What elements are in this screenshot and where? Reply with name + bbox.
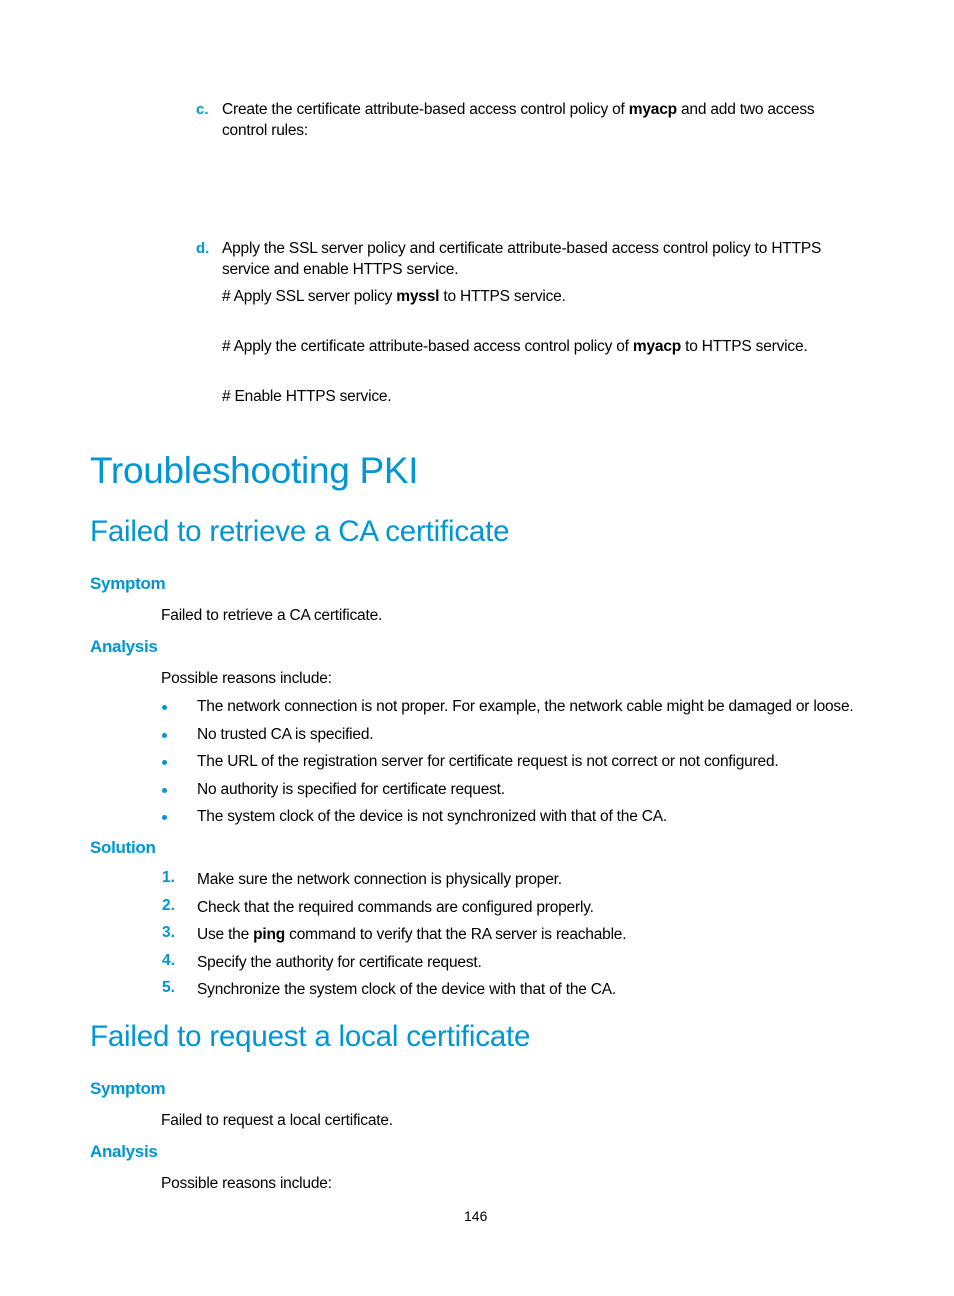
policy-name-myacp: myacp <box>632 338 682 355</box>
section-title-request-local: Failed to request a local certificate <box>90 1020 531 1053</box>
comment-text: to HTTPS service. <box>681 338 808 355</box>
solution-text-part: Synchronize the system clock of the devi… <box>197 981 617 998</box>
solution-text-part: Specify the authority for certificate re… <box>197 954 482 971</box>
solution-text: Use the ping command to verify that the … <box>197 924 627 945</box>
step-c-text-line2: control rules: <box>222 122 308 139</box>
solution-text-part: Check that the required commands are con… <box>197 899 594 916</box>
step-c-text-part: and add two access <box>676 101 815 118</box>
analysis-intro: Possible reasons include: <box>161 670 332 687</box>
step-number: 1. <box>162 869 175 886</box>
step-d-text-line2: service and enable HTTPS service. <box>222 261 459 278</box>
comment-enable-https: # Enable HTTPS service. <box>222 386 392 407</box>
list-item-text: No authority is specified for certificat… <box>197 781 505 798</box>
solution-text: Check that the required commands are con… <box>197 897 594 918</box>
symptom-text: Failed to request a local certificate. <box>161 1112 393 1129</box>
step-number: 5. <box>162 979 175 996</box>
step-number: 4. <box>162 952 175 969</box>
step-d-label: d. <box>196 240 210 257</box>
page-number: 146 <box>464 1208 488 1224</box>
policy-name-myacp: myacp <box>628 101 677 118</box>
solution-text: Make sure the network connection is phys… <box>197 869 562 890</box>
solution-text-part: Use the <box>197 926 254 943</box>
comment-text: # Enable HTTPS service. <box>222 388 392 405</box>
step-number: 2. <box>162 897 175 914</box>
section-title-retrieve-ca: Failed to retrieve a CA certificate <box>90 515 510 548</box>
bullet-icon <box>162 815 167 820</box>
comment-text: # Apply SSL server policy <box>222 288 397 305</box>
list-item-text: The URL of the registration server for c… <box>197 753 779 770</box>
symptom-text: Failed to retrieve a CA certificate. <box>161 607 383 624</box>
symptom-heading: Symptom <box>90 1079 166 1098</box>
step-c-text: Create the certificate attribute-based a… <box>222 99 862 141</box>
analysis-heading: Analysis <box>90 1142 158 1161</box>
analysis-intro: Possible reasons include: <box>161 1175 332 1192</box>
bullet-icon <box>162 705 167 710</box>
bullet-icon <box>162 760 167 765</box>
step-c-label: c. <box>196 101 209 118</box>
bullet-icon <box>162 733 167 738</box>
step-c-text-part: Create the certificate attribute-based a… <box>222 101 629 118</box>
step-number: 3. <box>162 924 175 941</box>
command-ping: ping <box>253 926 286 943</box>
solution-heading: Solution <box>90 838 156 857</box>
chapter-title: Troubleshooting PKI <box>90 450 419 491</box>
solution-text: Synchronize the system clock of the devi… <box>197 979 616 1000</box>
step-d-text: Apply the SSL server policy and certific… <box>222 238 862 280</box>
comment-apply-ssl: # Apply SSL server policy myssl to HTTPS… <box>222 286 566 307</box>
symptom-heading: Symptom <box>90 574 166 593</box>
solution-text-part: Make sure the network connection is phys… <box>197 871 562 888</box>
solution-text-part: command to verify that the RA server is … <box>285 926 627 943</box>
solution-text: Specify the authority for certificate re… <box>197 952 482 973</box>
comment-text: to HTTPS service. <box>439 288 566 305</box>
list-item-text: No trusted CA is specified. <box>197 726 374 743</box>
list-item-text: The system clock of the device is not sy… <box>197 808 667 825</box>
list-item-text: The network connection is not proper. Fo… <box>197 698 854 715</box>
comment-apply-acp: # Apply the certificate attribute-based … <box>222 336 808 357</box>
bullet-icon <box>162 788 167 793</box>
step-d-text-line1: Apply the SSL server policy and certific… <box>222 240 822 257</box>
policy-name-myssl: myssl <box>396 288 440 305</box>
comment-text: # Apply the certificate attribute-based … <box>222 338 633 355</box>
analysis-heading: Analysis <box>90 637 158 656</box>
